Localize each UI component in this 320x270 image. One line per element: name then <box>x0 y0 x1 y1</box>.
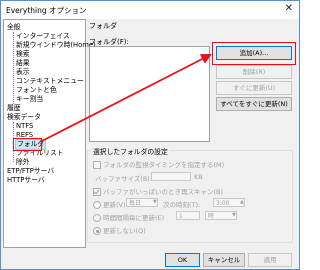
interval-value-field[interactable]: 1 <box>176 211 200 220</box>
next-time-value: 3:00 <box>216 200 230 207</box>
no-update-label: 更新しない(Q) <box>103 227 146 235</box>
tree-item-http[interactable]: HTTPサーバ <box>7 176 45 185</box>
buffer-size-label: バッファサイズ(B): <box>95 175 153 183</box>
radio-icon <box>93 214 101 222</box>
tree-item-ntfs[interactable]: NTFS <box>16 122 33 131</box>
highlight-add-button <box>212 42 296 65</box>
rescan-label: バッファがいっぱいのとき再スキャン(B) <box>103 188 224 196</box>
update-radio[interactable]: 更新(V) <box>93 199 126 209</box>
remove-folder-button[interactable]: 削除(R) <box>216 65 292 79</box>
radio-icon <box>93 201 101 209</box>
options-tree[interactable]: 全般 インターフェイス 新規ウインドウ時(Home) 検索 結果 表示 コンテキ… <box>3 19 96 248</box>
tree-item-exclude[interactable]: 除外 <box>16 158 30 167</box>
interval-radio-label: 時間間隔毎に更新(E) <box>103 214 165 222</box>
close-icon[interactable]: ✕ <box>285 3 293 14</box>
group-title: 選択したフォルダの設定 <box>91 146 170 156</box>
monitor-timing-label: フォルダの監視タイミングを指定する(M) <box>103 161 225 169</box>
interval-value: 1 <box>179 213 183 220</box>
interval-radio[interactable]: 時間間隔毎に更新(E) <box>93 212 164 222</box>
tree-item-new-window[interactable]: 新規ウインドウ時(Home) <box>16 41 96 50</box>
options-window: Everything オプション ✕ 全般 インターフェイス 新規ウインドウ時(… <box>0 0 300 270</box>
update-frequency-value: 毎日 <box>129 200 142 207</box>
tree-item-results[interactable]: 結果 <box>16 59 30 68</box>
checkbox-checked-icon <box>93 188 101 196</box>
next-time-label: 次の時刻(T): <box>163 201 201 209</box>
panel-heading: フォルダ <box>89 22 117 30</box>
chevron-down-icon: ▼ <box>232 212 236 218</box>
update-now-button[interactable]: すぐに更新(U) <box>216 81 292 95</box>
apply-button[interactable]: 適用 <box>248 253 292 267</box>
tree-item-general[interactable]: 全般 <box>7 23 21 32</box>
ok-button[interactable]: OK <box>165 253 200 267</box>
tree-item-key-bindings[interactable]: キー割当 <box>16 95 43 104</box>
radio-checked-icon <box>93 227 101 235</box>
buffer-size-unit: KB <box>194 173 203 181</box>
highlight-folders-item <box>13 138 42 151</box>
tree-item-etp-ftp[interactable]: ETP/FTPサーバ <box>7 167 54 176</box>
rescan-option[interactable]: バッファがいっぱいのとき再スキャン(B) <box>93 186 223 196</box>
tree-item-interface[interactable]: インターフェイス <box>16 32 70 41</box>
chevron-down-icon: ▼ <box>153 199 157 205</box>
cancel-button[interactable]: キャンセル <box>203 253 245 267</box>
title-bar: Everything オプション ✕ <box>1 1 299 19</box>
window-title: Everything オプション <box>6 6 87 15</box>
tree-item-display[interactable]: 表示 <box>16 68 30 77</box>
buffer-size-field[interactable] <box>151 172 191 181</box>
interval-unit-value: 時 <box>208 213 215 220</box>
spinner-icon: ▲ <box>240 199 244 205</box>
checkbox-icon <box>93 161 101 169</box>
tree-item-context-menu[interactable]: コンテキストメニュー <box>16 77 84 86</box>
tree-item-history[interactable]: 履歴 <box>7 104 21 113</box>
folder-list[interactable] <box>89 46 210 142</box>
update-all-now-button[interactable]: すべてをすぐに更新(N) <box>216 97 292 111</box>
monitor-timing-option[interactable]: フォルダの監視タイミングを指定する(M) <box>93 159 224 169</box>
no-update-radio[interactable]: 更新しない(Q) <box>93 225 146 235</box>
tree-item-fonts-colors[interactable]: フォントと色 <box>16 86 57 95</box>
update-radio-label: 更新(V) <box>103 201 126 209</box>
tree-item-search-data[interactable]: 検索データ <box>7 113 41 122</box>
tree-connector <box>13 32 14 104</box>
tree-item-search[interactable]: 検索 <box>16 50 30 59</box>
